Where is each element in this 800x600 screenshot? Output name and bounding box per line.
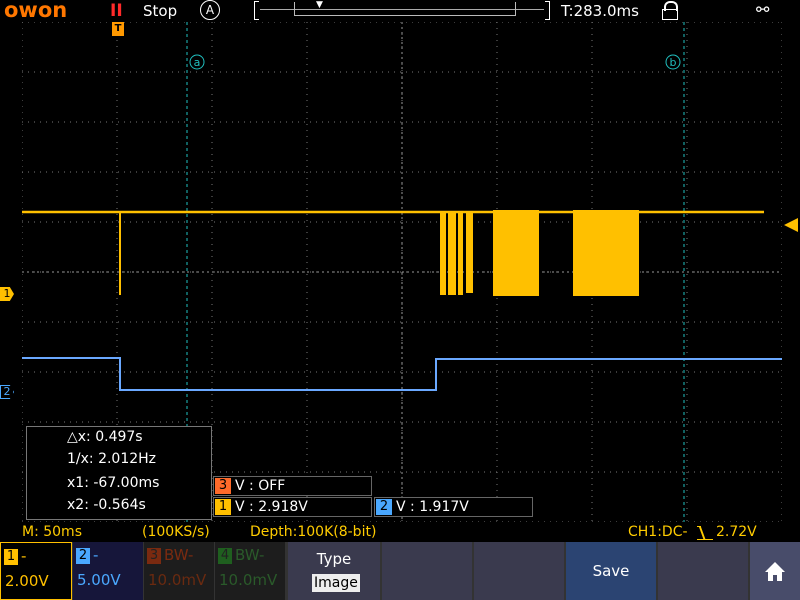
run-status: Stop — [143, 2, 178, 20]
memory-bar-left-bracket — [254, 1, 259, 20]
bottom-menu: 1 - 2.00V 2 - 5.00V 3 BW- 10.0mV 4 BW- 1… — [0, 542, 800, 600]
top-status-bar: owon II Stop A ▼ T:283.0ms ⚯ — [0, 0, 800, 22]
menu-slot-empty[interactable] — [658, 542, 748, 600]
trigger-time: T:283.0ms — [561, 2, 639, 20]
cursor-x2: x2: -0.564s — [67, 497, 146, 513]
trigger-level-arrow — [784, 218, 798, 232]
save-button[interactable]: Save — [566, 542, 656, 600]
ch1-number: 1 — [4, 549, 18, 565]
ch2-voltage-value: V : 1.917V — [396, 499, 469, 515]
menu-slot-empty[interactable] — [382, 542, 472, 600]
ch1-scale: 2.00V — [5, 572, 49, 590]
type-menu-button[interactable]: Type Image — [288, 542, 380, 600]
cursor-inverse-delta-x: 1/x: 2.012Hz — [67, 451, 157, 467]
type-label: Type — [316, 550, 352, 568]
ch2-number: 2 — [76, 548, 90, 564]
trigger-level: 2.72V — [716, 524, 757, 540]
cursor-x1: x1: -67.00ms — [67, 475, 160, 491]
lock-icon-body — [662, 9, 678, 20]
trigger-source: CH1:DC- — [628, 524, 688, 540]
home-icon — [765, 562, 785, 581]
ch3-menu-button[interactable]: 3 BW- 10.0mV — [144, 542, 214, 600]
ch2-scale: 5.00V — [77, 571, 121, 589]
ch3-coupling: BW- — [164, 546, 194, 564]
ch1-trace-bursts — [440, 210, 639, 296]
ch3-number: 3 — [147, 548, 161, 564]
ch2-tag: 2 — [376, 499, 392, 515]
trigger-position-marker: T — [112, 22, 124, 36]
ch1-voltage-measurement: 1V : 2.918V — [213, 497, 372, 517]
memory-window — [294, 2, 516, 16]
ch2-menu-button[interactable]: 2 - 5.00V — [73, 542, 143, 600]
timebase: M: 50ms — [22, 524, 82, 540]
save-label: Save — [592, 562, 630, 580]
ch3-tag: 3 — [215, 478, 231, 494]
cursor-delta-x: △x: 0.497s — [67, 429, 143, 445]
acquisition-status-row: M: 50ms (100KS/s) Depth:100K(8-bit) CH1:… — [0, 522, 800, 542]
menu-slot-empty[interactable] — [474, 542, 564, 600]
pause-icon[interactable]: II — [110, 1, 123, 21]
ch4-coupling: BW- — [235, 546, 265, 564]
ch4-scale: 10.0mV — [219, 571, 278, 589]
sample-rate: (100KS/s) — [142, 524, 210, 540]
brand-logo: owon — [4, 0, 68, 22]
cursor-a-label: a — [194, 56, 201, 69]
ch1-menu-button[interactable]: 1 - 2.00V — [0, 542, 72, 600]
cursor-b-label: b — [670, 56, 677, 69]
ch1-coupling: - — [21, 547, 27, 565]
ch2-coupling: - — [93, 546, 99, 564]
ch3-voltage-value: V : OFF — [235, 478, 286, 494]
memory-bar-right-bracket — [545, 1, 550, 20]
memory-depth: Depth:100K(8-bit) — [250, 524, 377, 540]
ch4-menu-button[interactable]: 4 BW- 10.0mV — [215, 542, 285, 600]
ch2-voltage-measurement: 2V : 1.917V — [374, 497, 533, 517]
usb-icon: ⚯ — [756, 0, 770, 19]
ch4-number: 4 — [218, 548, 232, 564]
ch2-ground-marker[interactable]: 2 — [0, 385, 14, 399]
ch1-ground-marker[interactable]: 1 — [0, 287, 14, 301]
ch1-voltage-value: V : 2.918V — [235, 499, 308, 515]
home-button[interactable] — [750, 542, 800, 600]
ch3-scale: 10.0mV — [148, 571, 207, 589]
falling-edge-icon — [697, 526, 713, 540]
ch1-tag: 1 — [215, 499, 231, 515]
trigger-position-pointer: ▼ — [316, 0, 323, 10]
memory-position-bar: ▼ — [254, 0, 550, 20]
trigger-mode-icon: A — [200, 0, 220, 20]
type-value: Image — [312, 574, 360, 592]
cursor-measurement-panel: △x: 0.497s 1/x: 2.012Hz x1: -67.00ms x2:… — [26, 426, 212, 520]
ch3-voltage-measurement: 3V : OFF — [213, 476, 372, 496]
